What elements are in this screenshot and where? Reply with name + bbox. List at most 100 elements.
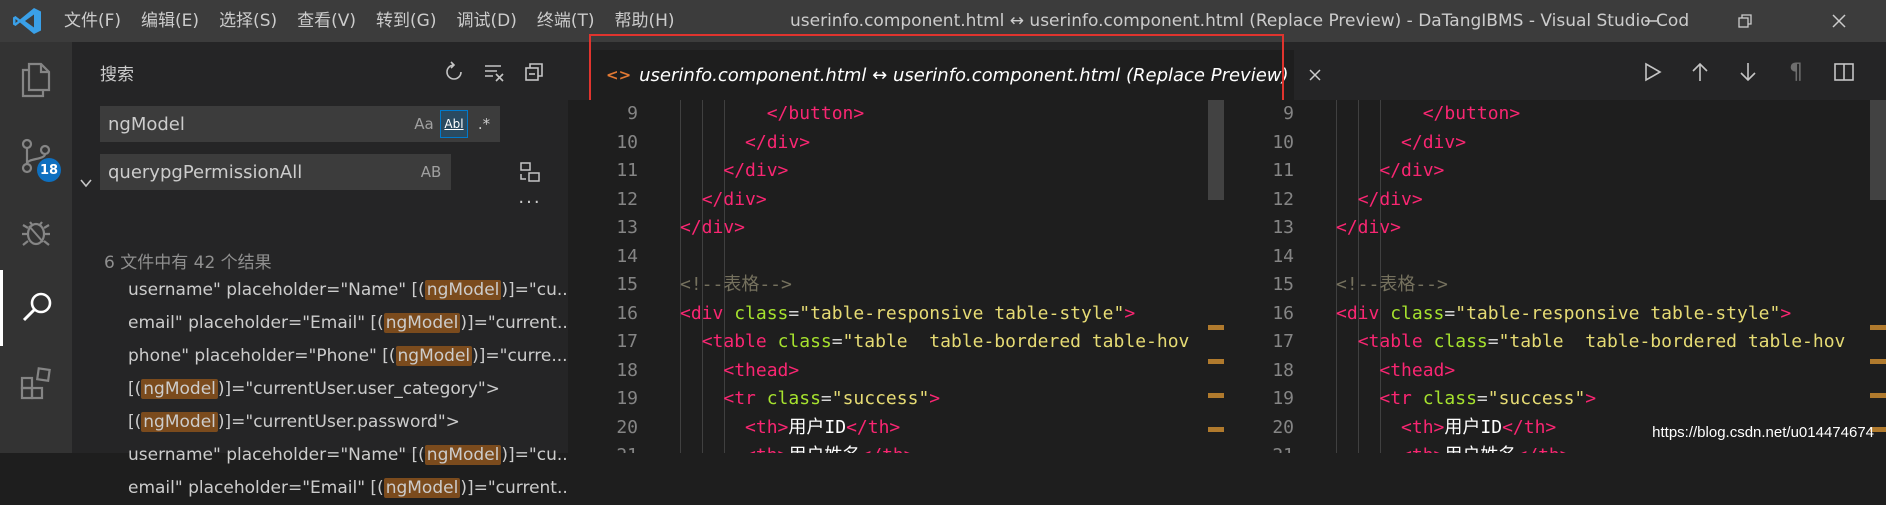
- vscode-logo-icon[interactable]: [0, 0, 54, 42]
- toggle-replace-chevron-icon[interactable]: [72, 138, 100, 228]
- preserve-case-toggle[interactable]: AB: [417, 158, 445, 186]
- result-match-highlight: ngModel: [424, 445, 502, 465]
- search-input[interactable]: [100, 112, 410, 136]
- code-line: <table class="table table-bordered table…: [701, 331, 1190, 352]
- refresh-icon[interactable]: [434, 54, 474, 90]
- search-result-item[interactable]: email" placeholder="Email" [(ngModel)]="…: [72, 307, 568, 340]
- tab-replace-preview[interactable]: <> userinfo.component.html ↔ userinfo.co…: [590, 50, 1321, 100]
- code-line: <thead>: [1379, 359, 1456, 381]
- split-editor-icon[interactable]: [1820, 54, 1868, 90]
- line-number: 12: [616, 188, 638, 210]
- close-window-icon[interactable]: [1792, 0, 1886, 42]
- run-icon[interactable]: [1628, 54, 1676, 90]
- line-number-gutter: 9 10 11 12 13 14 15 16 17 18 19 20 21: [568, 100, 648, 453]
- result-text: [(: [128, 412, 142, 432]
- match-case-toggle[interactable]: Aa: [410, 110, 438, 138]
- match-marker: [1208, 359, 1224, 364]
- more-options-icon[interactable]: ···: [510, 184, 550, 220]
- code-line: <tr class="success">: [723, 388, 941, 409]
- result-text: username" placeholder="Name" [(: [128, 445, 425, 465]
- menu-item[interactable]: 编辑(E): [131, 0, 209, 42]
- result-text: username" placeholder="Name" [(: [128, 280, 425, 300]
- line-number: 19: [616, 388, 638, 409]
- use-regex-toggle[interactable]: .*: [470, 110, 498, 138]
- menu-item[interactable]: 选择(S): [209, 0, 287, 42]
- search-result-item[interactable]: username" placeholder="Name" [(ngModel)]…: [72, 439, 568, 472]
- left-overview-ruler[interactable]: [1208, 100, 1224, 453]
- code-line: <th>用户姓名</th>: [1336, 442, 1845, 453]
- activity-bar: 18: [0, 42, 72, 453]
- line-number: 17: [1272, 331, 1294, 352]
- result-text: )]="current...: [460, 478, 568, 498]
- search-icon[interactable]: [0, 270, 72, 346]
- result-text: email" placeholder="Email" [(: [128, 313, 384, 333]
- line-number: 11: [616, 160, 638, 181]
- line-number: 14: [1272, 245, 1294, 267]
- code-line: </button>: [766, 103, 865, 124]
- match-marker: [1870, 359, 1886, 364]
- debug-icon[interactable]: [0, 194, 72, 270]
- result-text: )]="cu...: [501, 445, 568, 465]
- search-result-item[interactable]: email" placeholder="Email" [(ngModel)]="…: [72, 472, 568, 505]
- code-line: <div class="table-responsive table-style…: [680, 302, 1136, 324]
- search-result-item[interactable]: username" placeholder="Name" [(ngModel)]…: [72, 274, 568, 307]
- diff-original-pane[interactable]: 9 10 11 12 13 14 15 16 17 18 19 20 21 </button> </di…: [568, 100, 1208, 453]
- extensions-icon[interactable]: [0, 346, 72, 422]
- line-number: 20: [1272, 416, 1294, 438]
- previous-change-arrow-up-icon[interactable]: [1676, 54, 1724, 90]
- menu-item[interactable]: 文件(F): [54, 0, 131, 42]
- right-overview-ruler[interactable]: [1870, 100, 1886, 453]
- code-line: <th>用户姓名</th>: [680, 442, 1189, 453]
- menu-item[interactable]: 调试(D): [446, 0, 526, 42]
- search-result-item[interactable]: phone" placeholder="Phone" [(ngModel)]="…: [72, 340, 568, 373]
- search-result-item[interactable]: [(ngModel)]="currentUser.password">: [72, 406, 568, 439]
- restore-icon[interactable]: [1698, 0, 1792, 42]
- replace-input[interactable]: [100, 160, 417, 184]
- code-line: </div>: [723, 160, 789, 181]
- code-line: <tr class="success">: [1379, 388, 1597, 409]
- show-whitespace-pilcrow-icon[interactable]: ¶: [1772, 54, 1820, 90]
- search-results-list: username" placeholder="Name" [(ngModel)]…: [72, 274, 568, 505]
- close-tab-icon[interactable]: [1307, 67, 1323, 83]
- minimize-icon[interactable]: [1604, 0, 1698, 42]
- source-control-icon[interactable]: 18: [0, 118, 72, 194]
- window-controls: [1604, 0, 1886, 42]
- clear-results-icon[interactable]: [474, 54, 514, 90]
- window-title: userinfo.component.html ↔ userinfo.compo…: [790, 11, 1690, 31]
- scm-badge: 18: [37, 158, 61, 182]
- next-change-arrow-down-icon[interactable]: [1724, 54, 1772, 90]
- search-result-item[interactable]: [(ngModel)]="currentUser.user_category">: [72, 373, 568, 406]
- result-text: )]="current...: [460, 313, 568, 333]
- code-line: <table class="table table-bordered table…: [1357, 331, 1846, 352]
- search-sidebar: 搜索 Aa Abl .* AB ··· 6 文件中有 42 个结果 userna…: [72, 42, 568, 498]
- search-input-box: Aa Abl .*: [100, 106, 500, 142]
- diff-modified-pane[interactable]: 9 10 11 12 13 14 15 16 17 18 19 20 21 </button> </di…: [1224, 100, 1872, 453]
- line-number: 18: [616, 359, 638, 381]
- menu-item[interactable]: 查看(V): [287, 0, 366, 42]
- line-number: 16: [616, 302, 638, 324]
- line-number: 15: [616, 274, 638, 295]
- line-number: 16: [1272, 302, 1294, 324]
- line-number: 14: [616, 245, 638, 267]
- code-line: <div class="table-responsive table-style…: [1336, 302, 1792, 324]
- collapse-all-icon[interactable]: [514, 54, 554, 90]
- match-marker: [1208, 325, 1224, 330]
- result-text: email" placeholder="Email" [(: [128, 478, 384, 498]
- match-whole-word-toggle[interactable]: Abl: [440, 110, 468, 138]
- code-line: </div>: [1379, 160, 1445, 181]
- line-number: 20: [616, 416, 638, 438]
- menu-item[interactable]: 帮助(H): [605, 0, 685, 42]
- editor-actions: ¶: [1628, 54, 1868, 90]
- line-number: 17: [616, 331, 638, 352]
- code-line: </div>: [701, 188, 767, 210]
- code-content: </button> </div> </div> </div> </div> <!-…: [1336, 100, 1845, 453]
- line-number: 18: [1272, 359, 1294, 381]
- code-line: </div>: [1401, 131, 1467, 153]
- code-line: <!--表格-->: [1336, 274, 1448, 295]
- result-match-highlight: ngModel: [141, 379, 218, 399]
- explorer-icon[interactable]: [0, 42, 72, 118]
- line-number: 11: [1272, 160, 1294, 181]
- code-line: </div>: [680, 217, 746, 238]
- menu-item[interactable]: 转到(G): [366, 0, 446, 42]
- menu-item[interactable]: 终端(T): [527, 0, 605, 42]
